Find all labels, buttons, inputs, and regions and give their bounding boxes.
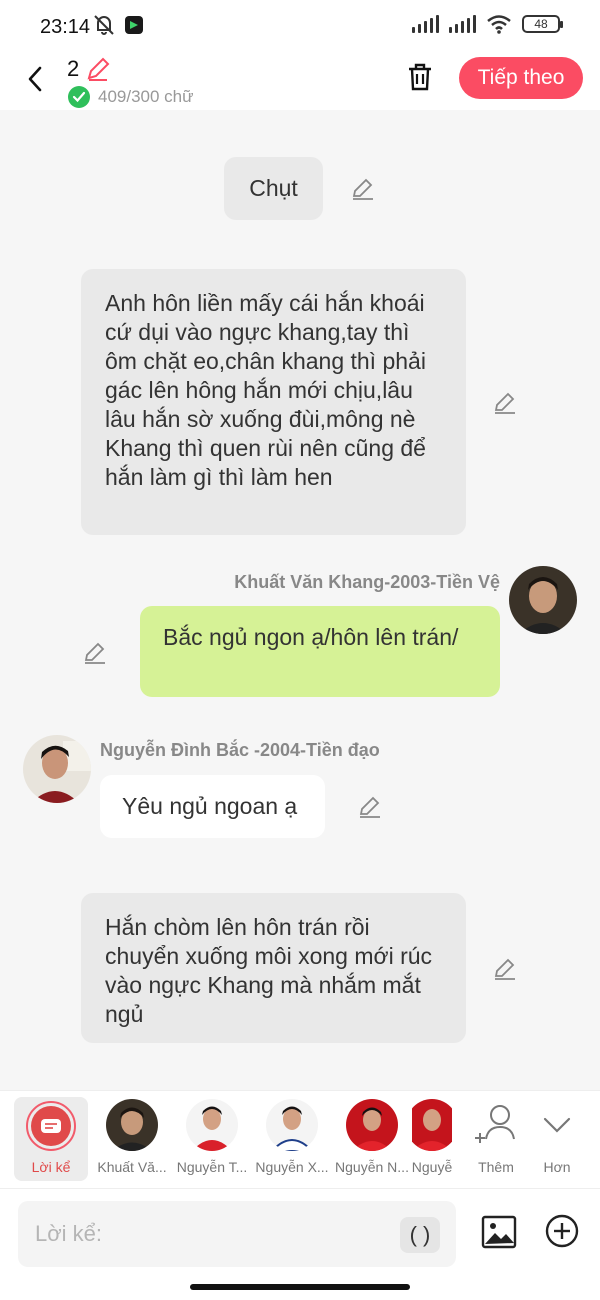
battery-icon: 48 (522, 15, 563, 33)
edit-icon[interactable] (357, 794, 383, 820)
edit-icon[interactable] (350, 176, 376, 202)
character-avatar (346, 1099, 398, 1151)
more-button[interactable]: Hơn (517, 1099, 597, 1175)
chevron-left-icon (28, 66, 42, 92)
avatar[interactable] (509, 566, 577, 634)
status-bar: 23:14 48 (0, 0, 600, 52)
word-count-text: 409/300 chữ (98, 87, 194, 106)
narrator-label: Lời kể (31, 1159, 71, 1175)
chevron-down-icon (543, 1117, 571, 1133)
narration-bubble[interactable]: Chụt (224, 157, 323, 220)
narration-bubble[interactable]: Anh hôn liền mấy cái hắn khoái cứ dụi và… (81, 269, 466, 535)
signal-icon-2 (449, 15, 476, 33)
character-selector: Lời kể Khuất Vă... Nguyễn T... Nguyễn X.… (0, 1090, 600, 1188)
message-input[interactable] (18, 1201, 456, 1267)
character-item[interactable]: Nguyễn T... (172, 1099, 252, 1175)
character-avatar (106, 1099, 158, 1151)
chapter-number: 2 (67, 56, 80, 81)
trash-icon (409, 63, 431, 91)
character-item[interactable]: Nguyễ (412, 1099, 452, 1175)
character-item[interactable]: Nguyễn X... (252, 1099, 332, 1175)
home-indicator (190, 1284, 410, 1290)
character-item[interactable]: Khuất Vă... (92, 1099, 172, 1175)
next-button[interactable]: Tiếp theo (459, 57, 583, 99)
narration-icon (31, 1106, 71, 1146)
image-icon[interactable] (481, 1214, 517, 1250)
dialogue-bubble[interactable]: Bắc ngủ ngon ạ/hôn lên trán/ (140, 606, 500, 697)
top-bar: 2 409/300 chữ Tiếp theo (0, 52, 600, 110)
chat-area: Chụt Anh hôn liền mấy cái hắn khoái cứ d… (0, 110, 600, 1090)
dialogue-bubble[interactable]: Yêu ngủ ngoan ạ (100, 775, 325, 838)
check-icon (68, 86, 90, 108)
character-item[interactable]: Nguyễn N... (332, 1099, 412, 1175)
plus-circle-icon[interactable] (545, 1214, 579, 1248)
wifi-icon (487, 15, 511, 34)
narrator-tab[interactable]: Lời kể (14, 1097, 88, 1181)
character-name: Nguyễn Đình Bắc -2004-Tiền đạo (100, 740, 380, 760)
add-person-icon (475, 1105, 515, 1143)
app-notification-icon (125, 16, 143, 34)
character-avatar (412, 1099, 452, 1151)
action-parentheses-button[interactable]: ( ) (400, 1217, 440, 1253)
chapter-title[interactable]: 2 (67, 56, 111, 82)
delete-button[interactable] (403, 60, 437, 94)
edit-icon[interactable] (492, 956, 518, 982)
bell-off-icon (94, 15, 114, 35)
avatar[interactable] (23, 735, 91, 803)
back-button[interactable] (20, 64, 50, 94)
narration-bubble[interactable]: Hắn chòm lên hôn trán rồi chuyển xuống m… (81, 893, 466, 1043)
character-name: Khuất Văn Khang-2003-Tiền Vệ (234, 572, 500, 592)
status-time: 23:14 (40, 16, 91, 38)
word-count: 409/300 chữ (68, 86, 194, 108)
character-avatar (186, 1099, 238, 1151)
edit-icon[interactable] (492, 390, 518, 416)
character-avatar (266, 1099, 318, 1151)
pencil-icon[interactable] (85, 56, 111, 82)
signal-icon (412, 15, 439, 33)
edit-icon[interactable] (82, 640, 108, 666)
